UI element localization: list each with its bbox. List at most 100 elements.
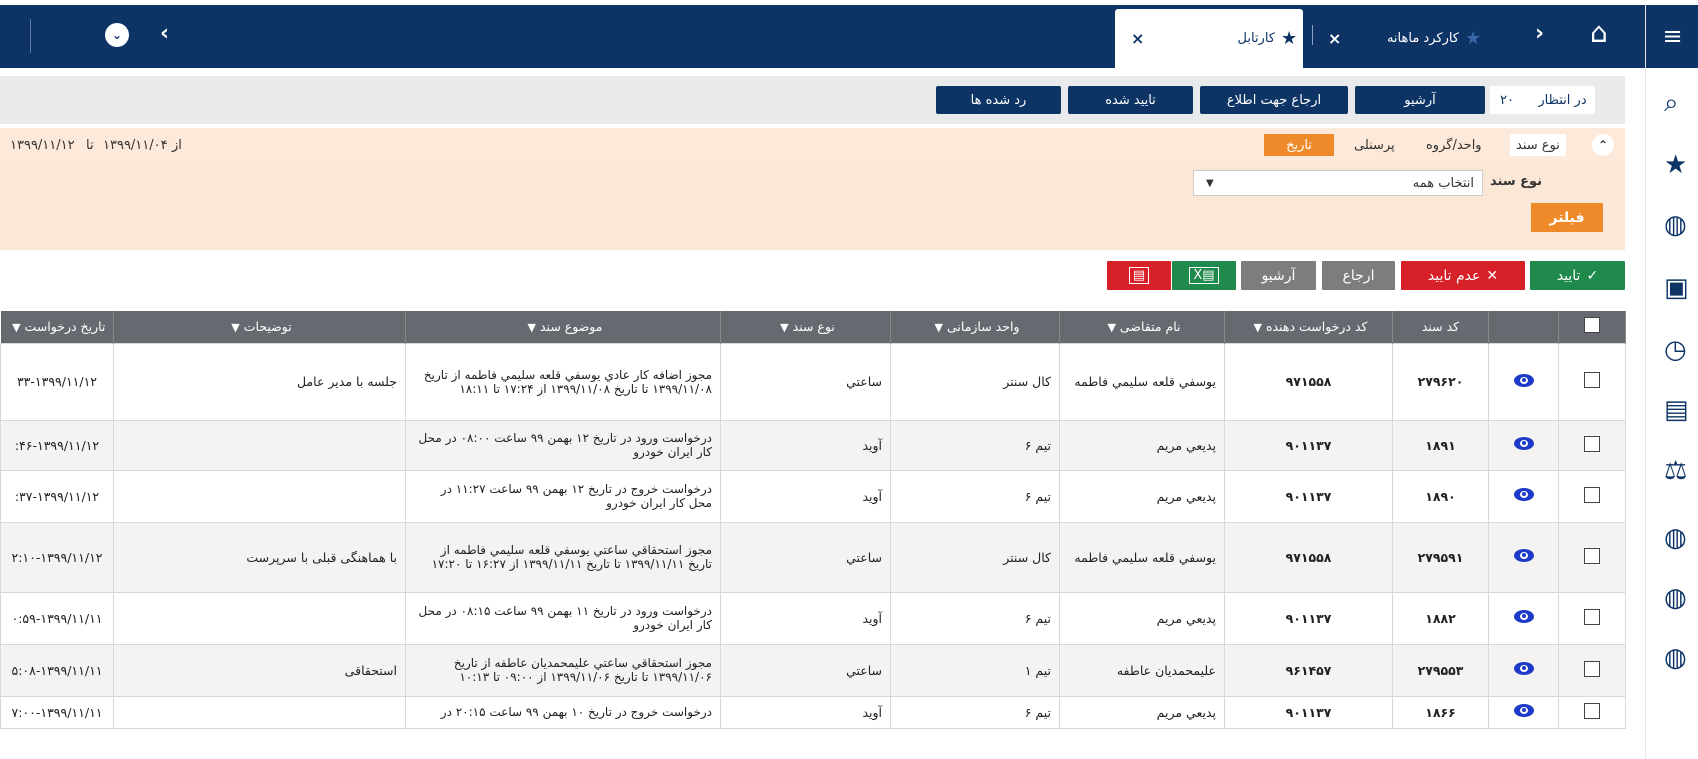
pdf-export-button[interactable]: ▤ [1107, 261, 1171, 290]
row-checkbox[interactable] [1584, 702, 1600, 719]
eye-icon[interactable] [1513, 662, 1534, 675]
scale-icon[interactable]: ⚖ [1664, 458, 1687, 484]
eye-icon[interactable] [1513, 549, 1534, 562]
cell-date: ۷:۰۰-۱۳۹۹/۱۱/۱۱ [0, 695, 114, 729]
cell-req-code: ۹۰۱۱۳۷ [1224, 591, 1393, 645]
table-row[interactable]: ۰:۵۹-۱۳۹۹/۱۱/۱۱ درخواست ورود در تاریخ ۱۱ … [0, 591, 1626, 645]
date-to: ۱۳۹۹/۱۱/۱۲ [10, 138, 75, 153]
eye-icon[interactable] [1513, 704, 1534, 717]
button-label: ارجاع [1342, 267, 1375, 284]
table-row[interactable]: :۴۶-۱۳۹۹/۱۱/۱۲ درخواست ورود در تاریخ ۱۲ ب… [0, 419, 1626, 471]
table-row[interactable]: ۵:۰۸-۱۳۹۹/۱۱/۱۱ استحقاقی مجوز استحقاقي ساع… [0, 643, 1626, 697]
cell-date: ۵:۰۸-۱۳۹۹/۱۱/۱۱ [0, 643, 114, 697]
tab-kartabl[interactable]: × کارتابل ★ [1115, 9, 1303, 68]
col-header-subject[interactable]: ▼ موضوع سند [405, 311, 721, 343]
select-all-checkbox[interactable] [1584, 317, 1600, 334]
close-icon[interactable]: × [1131, 29, 1144, 48]
row-checkbox[interactable] [1584, 608, 1600, 625]
filter-tab-doc-type[interactable]: نوع سند [1510, 134, 1566, 156]
documents-table: ▼ تاریخ درخواست ▼ توضیحات ▼ موضوع سند ▼ نوع … [0, 311, 1626, 729]
col-header-select[interactable] [1558, 311, 1626, 343]
cell-unit: تیم ۶ [890, 419, 1060, 471]
col-header-desc[interactable]: ▼ توضیحات [113, 311, 406, 343]
table-row[interactable]: ۳۳-۱۳۹۹/۱۱/۱۲ جلسه با مدیر عامل مجوز اضافه… [0, 342, 1626, 421]
cell-type: آوید [720, 695, 891, 729]
globe-icon[interactable]: ◍ [1664, 645, 1687, 671]
filter-tab-date[interactable]: تاریخ [1264, 134, 1334, 156]
filter-icon[interactable]: ▼ [12, 321, 20, 334]
col-header-date[interactable]: ▼ تاریخ درخواست [0, 311, 114, 343]
tab-rejected[interactable]: رد شده ها [936, 86, 1061, 114]
collapse-icon[interactable]: ⌃ [1592, 134, 1614, 156]
filter-tab-personnel[interactable]: پرسنلی [1348, 134, 1401, 156]
header-label: نام متقاضی [1119, 319, 1181, 335]
tab-monthly-work[interactable]: × کارکرد ماهانه ★ [1307, 9, 1497, 68]
cell-unit: کال سنتر [890, 342, 1060, 421]
filter-icon[interactable]: ▼ [231, 321, 239, 334]
row-checkbox[interactable] [1584, 660, 1600, 677]
chevron-down-icon[interactable]: ⌄ [105, 23, 129, 47]
cell-type: آوید [720, 591, 891, 645]
excel-export-button[interactable]: X▤ [1172, 261, 1236, 290]
cell-doc-code: ۱۸۸۲ [1392, 591, 1489, 645]
chevron-left-icon[interactable]: ‹ [160, 23, 169, 45]
row-checkbox[interactable] [1584, 435, 1600, 452]
cell-type: ساعتي [720, 342, 891, 421]
table-row[interactable]: :۳۷-۱۳۹۹/۱۱/۱۲ درخواست خروج در تاریخ ۱۲ ب… [0, 469, 1626, 523]
eye-icon[interactable] [1513, 488, 1534, 501]
globe-icon[interactable]: ◍ [1664, 585, 1687, 611]
chevron-right-icon[interactable]: › [1535, 23, 1544, 45]
hamburger-menu-icon[interactable]: ≡ [1646, 5, 1698, 68]
tab-approved[interactable]: تایید شده [1068, 86, 1193, 114]
tab-refer-info[interactable]: ارجاع جهت اطلاع [1200, 86, 1348, 114]
col-header-unit[interactable]: ▼ واحد سازمانی [890, 311, 1060, 343]
row-checkbox[interactable] [1584, 372, 1600, 388]
eye-icon[interactable] [1513, 610, 1534, 623]
refer-button[interactable]: ارجاع [1322, 261, 1395, 290]
filter-icon[interactable]: ▼ [780, 321, 788, 334]
filter-tab-unit-group[interactable]: واحد/گروه [1420, 134, 1488, 156]
presentation-icon[interactable]: ▣ [1664, 275, 1689, 301]
globe-icon[interactable]: ◍ [1664, 525, 1687, 551]
favorites-icon[interactable]: ★ [1664, 152, 1687, 178]
col-header-type[interactable]: ▼ نوع سند [720, 311, 891, 343]
cell-subject: مجوز استحقاقي ساعتي يوسفي قلعه سليمي فاط… [405, 521, 721, 593]
filter-icon[interactable]: ▼ [935, 321, 943, 334]
row-checkbox[interactable] [1584, 486, 1600, 503]
approve-button[interactable]: تایید ✓ [1530, 261, 1625, 290]
filter-button[interactable]: فیلتر [1531, 203, 1603, 232]
row-checkbox[interactable] [1584, 547, 1600, 564]
eye-icon[interactable] [1513, 373, 1534, 387]
col-header-req-code[interactable]: ▼ کد درخواست دهنده [1224, 311, 1393, 343]
cell-select [1558, 695, 1626, 729]
header-label: نوع سند [792, 319, 835, 335]
close-icon[interactable]: × [1328, 29, 1341, 48]
briefcase-icon[interactable]: ▤ [1664, 397, 1689, 423]
filter-icon[interactable]: ▼ [1254, 321, 1262, 334]
table-row[interactable]: ۲:۱۰-۱۳۹۹/۱۱/۱۲ با هماهنگی قبلی با سرپرست… [0, 521, 1626, 593]
col-header-name[interactable]: ▼ نام متقاضی [1059, 311, 1225, 343]
dropdown-arrow-icon: ▼ [1206, 177, 1214, 189]
cell-date: ۲:۱۰-۱۳۹۹/۱۱/۱۲ [0, 521, 114, 593]
clock-icon[interactable]: ◷ [1664, 337, 1687, 363]
search-icon[interactable]: ⌕ [1664, 90, 1679, 116]
cell-unit: تیم ۶ [890, 695, 1060, 729]
reject-button[interactable]: عدم تایید ✕ [1401, 261, 1525, 290]
archive-button[interactable]: آرشیو [1241, 261, 1316, 290]
doc-type-select[interactable]: ▼ انتخاب همه [1193, 170, 1483, 196]
filter-icon[interactable]: ▼ [1107, 321, 1115, 334]
col-header-doc-code[interactable]: کد سند [1392, 311, 1489, 343]
pending-count: ۲۰ [1500, 92, 1514, 108]
tab-label: آرشیو [1404, 92, 1436, 108]
eye-icon[interactable] [1513, 437, 1534, 450]
filter-icon[interactable]: ▼ [528, 321, 536, 334]
cell-view [1488, 695, 1559, 729]
filter-body: نوع سند ▼ انتخاب همه فیلتر [0, 162, 1625, 250]
globe-icon[interactable]: ◍ [1664, 212, 1687, 238]
check-icon: ✓ [1586, 267, 1599, 284]
tab-pending[interactable]: در انتظار ۲۰ [1490, 86, 1595, 114]
table-row[interactable]: ۷:۰۰-۱۳۹۹/۱۱/۱۱ درخواست خروج در تاریخ ۱۰ … [0, 695, 1626, 729]
home-icon[interactable]: ⌂ [1590, 19, 1608, 47]
tab-archive[interactable]: آرشیو [1355, 86, 1485, 114]
cell-desc [113, 695, 406, 729]
